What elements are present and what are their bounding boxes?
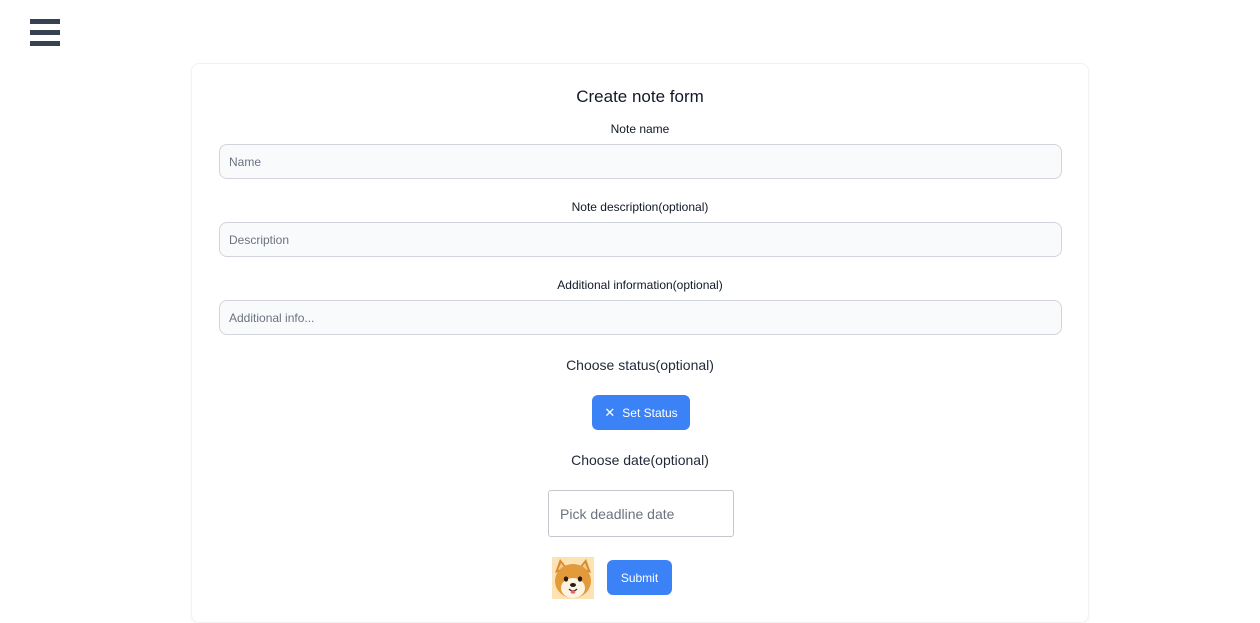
note-name-label: Note name — [610, 122, 670, 136]
set-status-label: Set Status — [622, 405, 678, 420]
menu-bar-bottom — [30, 41, 60, 46]
choose-date-label: Choose date(optional) — [571, 452, 709, 468]
hamburger-menu-icon[interactable] — [30, 19, 60, 46]
note-description-input[interactable] — [219, 222, 1062, 257]
set-status-button[interactable]: ✕ Set Status — [592, 395, 690, 430]
menu-bar-top — [30, 19, 60, 24]
submit-button[interactable]: Submit — [607, 560, 672, 595]
create-note-form: Create note form Note name Note descript… — [191, 63, 1089, 623]
shiba-dog-avatar — [552, 557, 594, 599]
form-title: Create note form — [576, 87, 704, 106]
menu-bar-middle — [30, 30, 60, 35]
deadline-date-input[interactable] — [548, 490, 734, 537]
close-icon: ✕ — [604, 405, 616, 420]
additional-info-label: Additional information(optional) — [557, 278, 723, 292]
additional-info-input[interactable] — [219, 300, 1062, 335]
note-name-input[interactable] — [219, 144, 1062, 179]
note-description-label: Note description(optional) — [571, 200, 709, 214]
choose-status-label: Choose status(optional) — [566, 357, 714, 373]
